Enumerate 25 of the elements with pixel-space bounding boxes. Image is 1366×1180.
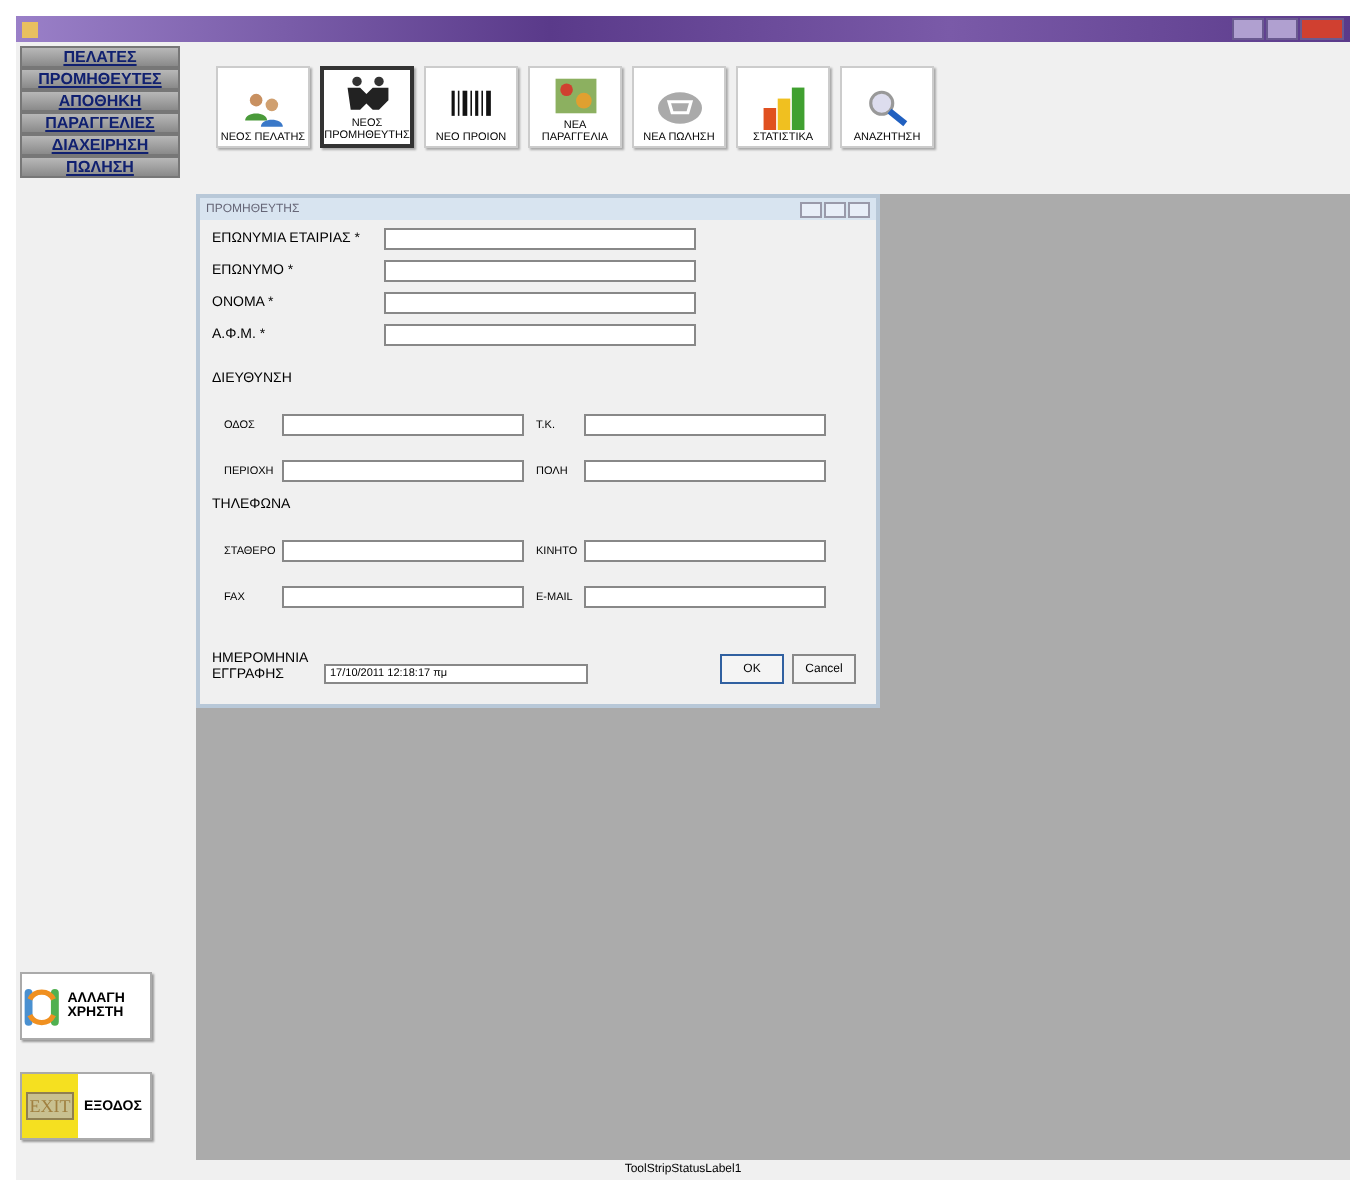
- input-field[interactable]: [584, 586, 826, 608]
- menu-item[interactable]: ΔΙΑΧΕΙΡΗΣΗ: [20, 134, 180, 156]
- input-field[interactable]: [282, 460, 524, 482]
- minimize-button[interactable]: [1232, 18, 1264, 40]
- input-field[interactable]: [282, 414, 524, 436]
- exit-sign-icon: EXIT: [25, 1092, 75, 1120]
- maximize-button[interactable]: [824, 201, 846, 217]
- menu-item[interactable]: ΠΩΛΗΣΗ: [20, 156, 180, 178]
- input-field[interactable]: [282, 540, 524, 562]
- minimize-button[interactable]: [800, 201, 822, 217]
- input-field[interactable]: [384, 260, 696, 282]
- input-field[interactable]: [384, 292, 696, 314]
- input-field[interactable]: [584, 540, 826, 562]
- input-field[interactable]: [282, 586, 524, 608]
- close-button[interactable]: [848, 201, 870, 217]
- input-field[interactable]: [384, 324, 696, 346]
- menu-item[interactable]: ΑΠΟΘΗΚΗ: [20, 90, 180, 112]
- input-field[interactable]: [584, 460, 826, 482]
- menu-item[interactable]: ΠΡΟΜΗΘΕΥΤΕΣ: [20, 68, 180, 90]
- maximize-button[interactable]: [1266, 18, 1298, 40]
- app-icon: [22, 21, 38, 37]
- input-field[interactable]: [584, 414, 826, 436]
- menu-item[interactable]: ΠΑΡΑΓΓΕΛΙΕΣ: [20, 112, 180, 134]
- menu-item[interactable]: ΠΕΛΑΤΕΣ: [20, 46, 180, 68]
- input-field[interactable]: [384, 228, 696, 250]
